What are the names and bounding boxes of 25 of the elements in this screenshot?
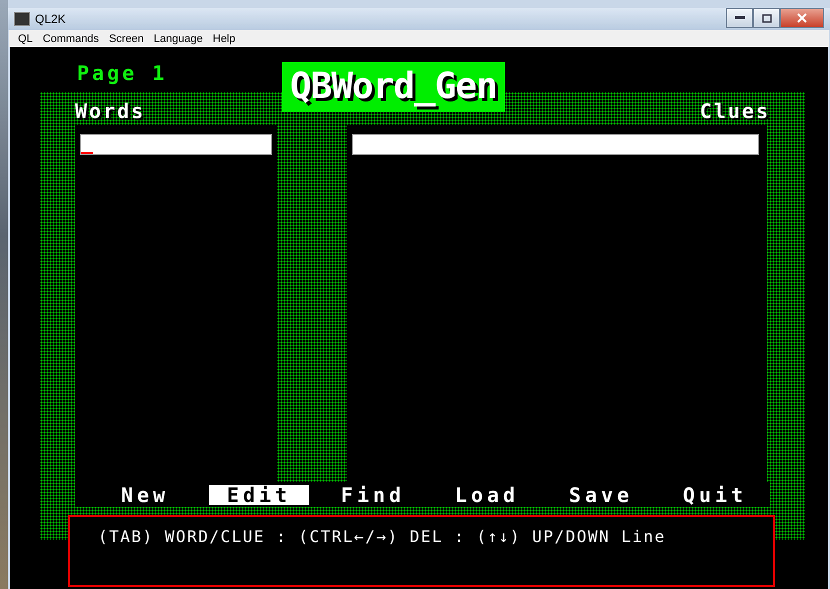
window-title: QL2K <box>35 12 66 26</box>
menu-item[interactable]: Commands <box>38 32 104 44</box>
text-cursor <box>81 152 93 154</box>
clue-input-field[interactable] <box>352 134 759 155</box>
command-option[interactable]: Find <box>323 484 423 504</box>
menu-item[interactable]: Help <box>208 32 240 44</box>
page-label: Page 1 <box>77 62 168 84</box>
app-icon <box>14 12 30 26</box>
minimize-icon <box>734 16 744 20</box>
help-text: (TAB) WORD/CLUE : (CTRL←/→) DEL : (↑↓) UP/DOWN Line <box>98 527 666 546</box>
command-option[interactable]: Quit <box>665 484 765 504</box>
command-option[interactable]: Edit <box>209 484 309 504</box>
minimize-button[interactable] <box>726 8 753 28</box>
close-button[interactable] <box>780 8 824 28</box>
app-title: QBWord_Gen <box>282 62 505 112</box>
menu-item[interactable]: QL <box>13 32 38 44</box>
maximize-icon <box>762 14 772 22</box>
word-input-field[interactable] <box>80 134 272 155</box>
menu-item[interactable]: Language <box>148 32 208 44</box>
command-option[interactable]: Save <box>551 484 651 504</box>
close-icon <box>797 13 807 23</box>
command-option[interactable]: Load <box>437 484 537 504</box>
command-option[interactable]: New <box>95 484 195 504</box>
menu-item[interactable]: Screen <box>104 32 149 44</box>
maximize-button[interactable] <box>753 8 780 28</box>
